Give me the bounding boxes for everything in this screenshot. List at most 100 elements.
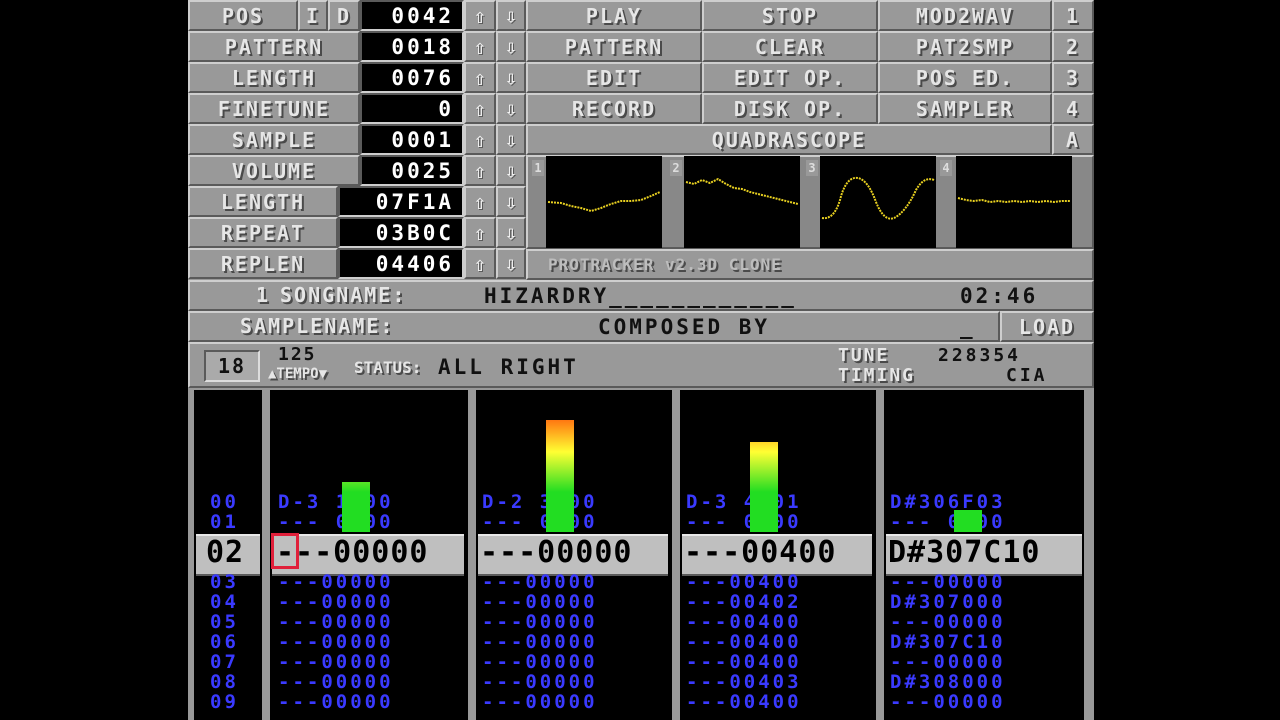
row-number: 06 (210, 631, 239, 653)
row-number: 01 (210, 511, 239, 533)
samplename-value[interactable]: COMPOSED BY (598, 315, 770, 339)
current-pattern-cell[interactable]: ---00000 (480, 536, 633, 570)
timing-value: CIA (1006, 365, 1048, 386)
pattern-cell[interactable]: --- 0400 (686, 512, 802, 532)
finetune-value: 0 (360, 93, 464, 124)
pattern-cell[interactable]: ---00000 (278, 652, 394, 672)
sampler-button[interactable]: SAMPLER (878, 93, 1052, 124)
volume-down-icon[interactable]: ⇩ (496, 155, 526, 186)
scope-2-waveform (685, 177, 799, 205)
replen-down-icon[interactable]: ⇩ (496, 248, 526, 279)
edit-button[interactable]: EDIT (526, 62, 702, 93)
sample-length-up-icon[interactable]: ⇧ (464, 186, 496, 217)
pattern-cell[interactable]: ---00000 (890, 612, 1006, 632)
pattern-cell[interactable]: --- 0000 (890, 512, 1006, 532)
pattern-cell[interactable]: ---00000 (278, 592, 394, 612)
scope-channel-3 (820, 156, 936, 248)
play-button[interactable]: PLAY (526, 0, 702, 31)
stop-button[interactable]: STOP (702, 0, 878, 31)
pattern-cell[interactable]: ---00400 (686, 632, 802, 652)
pattern-cell[interactable]: ---00000 (278, 672, 394, 692)
pattern-cell[interactable]: ---00000 (278, 572, 394, 592)
screen-1-button[interactable]: 1 (1052, 0, 1094, 31)
pattern-cell[interactable]: ---00000 (482, 572, 598, 592)
pattern-cell[interactable]: ---00000 (482, 592, 598, 612)
pattern-cell[interactable]: D-3 1000 (278, 492, 394, 512)
pattern-cell[interactable]: --- 0000 (278, 512, 394, 532)
pat2smp-button[interactable]: PAT2SMP (878, 31, 1052, 62)
vu-meter-channel-1 (342, 482, 370, 532)
mod2wav-button[interactable]: MOD2WAV (878, 0, 1052, 31)
delete-button[interactable]: D (328, 0, 360, 31)
pattern-cell[interactable]: ---00000 (482, 612, 598, 632)
pattern-cell[interactable]: ---00000 (890, 692, 1006, 712)
tempo-value: 125 (278, 344, 317, 365)
pattern-cell[interactable]: ---00000 (890, 572, 1006, 592)
repeat-down-icon[interactable]: ⇩ (496, 217, 526, 248)
volume-label: VOLUME (188, 155, 360, 186)
pos-down-icon[interactable]: ⇩ (496, 0, 526, 31)
pattern-cell[interactable]: ---00000 (482, 652, 598, 672)
finetune-down-icon[interactable]: ⇩ (496, 93, 526, 124)
pos-up-icon[interactable]: ⇧ (464, 0, 496, 31)
row-number: 08 (210, 671, 239, 693)
pattern-cell[interactable]: ---00400 (686, 612, 802, 632)
screen-3-button[interactable]: 3 (1052, 62, 1094, 93)
pos-ed-button[interactable]: POS ED. (878, 62, 1052, 93)
record-button[interactable]: RECORD (526, 93, 702, 124)
sample-down-icon[interactable]: ⇩ (496, 124, 526, 155)
vu-meter-channel-3 (750, 442, 778, 532)
pattern-label: PATTERN (188, 31, 360, 62)
insert-button[interactable]: I (298, 0, 328, 31)
scope-channel-4 (956, 156, 1072, 248)
pattern-cell[interactable]: D#307C10 (890, 632, 1006, 652)
pattern-cell[interactable]: ---00402 (686, 592, 802, 612)
pattern-cell[interactable]: ---00400 (686, 652, 802, 672)
pattern-cell[interactable]: ---00403 (686, 672, 802, 692)
pattern-cell[interactable]: D#308000 (890, 672, 1006, 692)
clear-button[interactable]: CLEAR (702, 31, 878, 62)
pattern-cell[interactable]: ---00000 (278, 632, 394, 652)
sample-length-down-icon[interactable]: ⇩ (496, 186, 526, 217)
version-caption: PROTRACKER v2.3D CLONE (526, 249, 1094, 280)
current-pattern-cell[interactable]: ---00400 (684, 536, 837, 570)
sample-up-icon[interactable]: ⇧ (464, 124, 496, 155)
songname-value[interactable]: HIZARDRY____________ (484, 284, 797, 308)
screen-2-button[interactable]: 2 (1052, 31, 1094, 62)
pattern-cell[interactable]: ---00000 (890, 652, 1006, 672)
pattern-value: 0018 (360, 31, 464, 62)
current-row-number: 02 (206, 535, 245, 570)
finetune-up-icon[interactable]: ⇧ (464, 93, 496, 124)
repeat-up-icon[interactable]: ⇧ (464, 217, 496, 248)
tempo-label[interactable]: ▲TEMPO▼ (268, 366, 327, 382)
song-time: 02:46 (960, 284, 1039, 308)
pattern-cell[interactable]: D-2 3000 (482, 492, 598, 512)
length-down-icon[interactable]: ⇩ (496, 62, 526, 93)
volume-up-icon[interactable]: ⇧ (464, 155, 496, 186)
pattern-cell[interactable]: D-3 4401 (686, 492, 802, 512)
pattern-cell[interactable]: ---00000 (278, 612, 394, 632)
current-pattern-cell[interactable]: D#307C10 (888, 536, 1041, 570)
row-number: 03 (210, 571, 239, 593)
length-up-icon[interactable]: ⇧ (464, 62, 496, 93)
pattern-cell[interactable]: ---00400 (686, 692, 802, 712)
pattern-up-icon[interactable]: ⇧ (464, 31, 496, 62)
pattern-cell[interactable]: ---00000 (278, 692, 394, 712)
row-number: 09 (210, 691, 239, 713)
quadrascope-key-button[interactable]: A (1052, 124, 1094, 155)
pattern-cell[interactable]: ---00400 (686, 572, 802, 592)
pattern-cell[interactable]: D#307000 (890, 592, 1006, 612)
screen-4-button[interactable]: 4 (1052, 93, 1094, 124)
quadrascope-button[interactable]: QUADRASCOPE (526, 124, 1052, 155)
pattern-cell[interactable]: --- 0000 (482, 512, 598, 532)
play-pattern-button[interactable]: PATTERN (526, 31, 702, 62)
pattern-cell[interactable]: ---00000 (482, 692, 598, 712)
load-button[interactable]: LOAD (1000, 311, 1094, 342)
edit-op-button[interactable]: EDIT OP. (702, 62, 878, 93)
pattern-cell[interactable]: D#306F03 (890, 492, 1006, 512)
pattern-down-icon[interactable]: ⇩ (496, 31, 526, 62)
pattern-cell[interactable]: ---00000 (482, 632, 598, 652)
replen-up-icon[interactable]: ⇧ (464, 248, 496, 279)
pattern-cell[interactable]: ---00000 (482, 672, 598, 692)
disk-op-button[interactable]: DISK OP. (702, 93, 878, 124)
